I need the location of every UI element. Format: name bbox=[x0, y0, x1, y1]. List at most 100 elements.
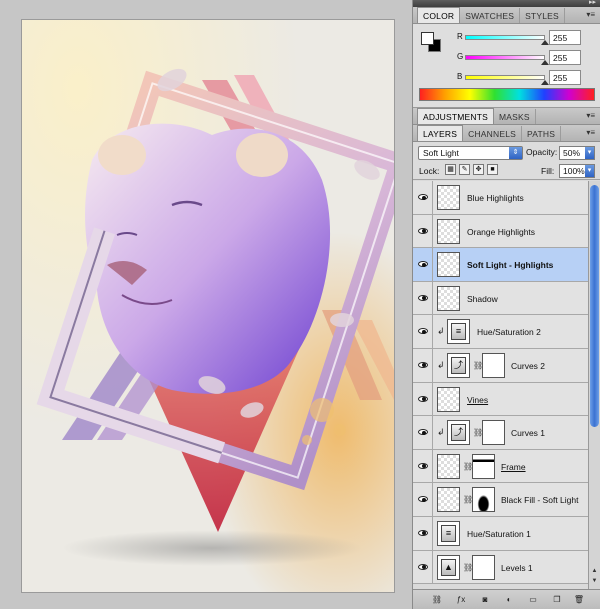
foreground-color-swatch[interactable] bbox=[421, 32, 434, 45]
eye-icon[interactable] bbox=[418, 462, 428, 469]
layer-name[interactable]: Black Fill - Soft Light bbox=[501, 495, 578, 505]
tab-paths[interactable]: PATHS bbox=[522, 126, 562, 141]
layer-thumbnail[interactable] bbox=[437, 453, 460, 479]
dock-grip[interactable]: ▸▸ bbox=[413, 0, 600, 7]
layer-thumbnail[interactable] bbox=[437, 185, 460, 210]
panel-menu-icon[interactable]: ▾≡ bbox=[586, 10, 595, 19]
tab-masks[interactable]: MASKS bbox=[494, 109, 536, 124]
color-spectrum-bar[interactable] bbox=[419, 88, 595, 101]
fill-field[interactable]: 100% ▾ bbox=[559, 164, 595, 178]
layer-name[interactable]: Hue/Saturation 1 bbox=[467, 529, 531, 539]
layer-name[interactable]: Frame bbox=[501, 462, 526, 472]
opacity-field[interactable]: 50% ▾ bbox=[559, 146, 595, 160]
tab-swatches[interactable]: SWATCHES bbox=[460, 8, 521, 23]
eye-icon[interactable] bbox=[418, 395, 428, 402]
visibility-toggle[interactable] bbox=[413, 281, 433, 315]
tab-color[interactable]: COLOR bbox=[417, 7, 461, 23]
green-slider[interactable] bbox=[465, 55, 545, 60]
layer-list[interactable]: Blue Highlights Orange Highlights Soft Lig… bbox=[413, 181, 589, 589]
adjustment-layer-icon[interactable]: ◐ bbox=[503, 594, 515, 605]
visibility-toggle[interactable] bbox=[413, 348, 433, 382]
scroll-down-icon[interactable]: ▼ bbox=[590, 578, 599, 587]
lock-position-icon[interactable]: ✥ bbox=[473, 164, 484, 175]
layer-thumbnail[interactable] bbox=[437, 386, 460, 412]
layer-name[interactable]: Levels 1 bbox=[501, 563, 533, 573]
panel-menu-icon[interactable]: ▾≡ bbox=[586, 111, 595, 120]
eye-icon[interactable] bbox=[418, 294, 428, 301]
lock-pixels-icon[interactable]: ✎ bbox=[459, 164, 470, 175]
layer-mask-thumbnail[interactable] bbox=[472, 554, 495, 580]
adjustment-thumbnail[interactable]: ≡ bbox=[437, 520, 460, 546]
tab-channels[interactable]: CHANNELS bbox=[463, 126, 523, 141]
group-icon[interactable]: ▭ bbox=[527, 594, 539, 605]
layer-thumbnail[interactable] bbox=[437, 487, 460, 513]
tab-adjustments[interactable]: ADJUSTMENTS bbox=[417, 108, 495, 124]
blue-slider-thumb[interactable] bbox=[541, 80, 549, 85]
layer-row[interactable]: ⛓ Black Fill - Soft Light bbox=[413, 483, 589, 517]
layer-thumbnail[interactable] bbox=[437, 218, 460, 244]
layer-mask-thumbnail[interactable] bbox=[472, 487, 495, 513]
visibility-toggle[interactable] bbox=[413, 516, 433, 550]
layer-row[interactable]: Soft Light - Hghlights bbox=[413, 248, 589, 282]
eye-icon[interactable] bbox=[418, 496, 428, 503]
adjustment-thumbnail[interactable]: ▲ bbox=[437, 554, 460, 580]
chevron-down-icon[interactable]: ⇕ bbox=[509, 147, 522, 159]
layer-row[interactable]: Blue Highlights bbox=[413, 181, 589, 215]
layer-name[interactable]: Vines bbox=[467, 395, 488, 405]
eye-icon[interactable] bbox=[418, 563, 428, 570]
green-value-field[interactable]: 255 bbox=[549, 50, 581, 65]
blend-mode-select[interactable]: Soft Light ⇕ bbox=[418, 146, 523, 160]
adjustment-thumbnail[interactable]: ⤴ bbox=[447, 352, 470, 378]
layer-row[interactable]: Orange Highlights bbox=[413, 214, 589, 249]
lock-transparency-icon[interactable]: ▦ bbox=[445, 164, 456, 175]
scroll-up-icon[interactable]: ▲ bbox=[590, 568, 599, 577]
layer-row[interactable]: ⛓ Frame bbox=[413, 449, 589, 484]
eye-icon[interactable] bbox=[418, 529, 428, 536]
eye-icon[interactable] bbox=[418, 328, 428, 335]
layer-row[interactable]: Vines bbox=[413, 382, 589, 417]
fx-icon[interactable]: ƒx bbox=[455, 594, 467, 605]
visibility-toggle[interactable] bbox=[413, 248, 433, 281]
red-slider-thumb[interactable] bbox=[541, 40, 549, 45]
layer-mask-thumbnail[interactable] bbox=[472, 453, 495, 479]
layer-name[interactable]: Orange Highlights bbox=[467, 227, 535, 237]
layers-scroll-thumb[interactable] bbox=[590, 185, 599, 427]
document-artwork[interactable] bbox=[22, 20, 394, 592]
visibility-toggle[interactable] bbox=[413, 550, 433, 584]
layer-name[interactable]: Curves 2 bbox=[511, 361, 545, 371]
green-slider-thumb[interactable] bbox=[541, 60, 549, 65]
layers-scrollbar[interactable]: ▲ ▼ bbox=[588, 181, 600, 589]
eye-icon[interactable] bbox=[418, 429, 428, 436]
visibility-toggle[interactable] bbox=[413, 382, 433, 416]
visibility-toggle[interactable] bbox=[413, 483, 433, 516]
layer-mask-thumbnail[interactable] bbox=[482, 352, 505, 378]
panel-menu-icon[interactable]: ▾≡ bbox=[586, 128, 595, 137]
link-layers-icon[interactable]: ⛓ bbox=[431, 594, 443, 605]
new-layer-icon[interactable]: ❐ bbox=[551, 594, 563, 605]
eye-icon[interactable] bbox=[418, 194, 428, 200]
adjustment-thumbnail[interactable]: ⤴ bbox=[447, 420, 470, 446]
lock-all-icon[interactable]: ■ bbox=[487, 164, 498, 175]
visibility-toggle[interactable] bbox=[413, 416, 433, 449]
canvas-area[interactable] bbox=[0, 0, 412, 609]
blue-slider[interactable] bbox=[465, 75, 545, 80]
layer-row[interactable]: ↲ ≡ Hue/Saturation 2 bbox=[413, 315, 589, 349]
layer-thumbnail[interactable] bbox=[437, 252, 460, 278]
layer-row[interactable]: ↲ ⤴ ⛓ Curves 1 bbox=[413, 416, 589, 450]
layer-name[interactable]: Blue Highlights bbox=[467, 193, 524, 203]
visibility-toggle[interactable] bbox=[413, 315, 433, 348]
layer-thumbnail[interactable] bbox=[437, 285, 460, 311]
visibility-toggle[interactable] bbox=[413, 214, 433, 248]
layer-row[interactable]: ▲ ⛓ Levels 1 bbox=[413, 550, 589, 585]
blue-value-field[interactable]: 255 bbox=[549, 70, 581, 85]
add-mask-icon[interactable]: ◙ bbox=[479, 594, 491, 605]
red-value-field[interactable]: 255 bbox=[549, 30, 581, 45]
red-slider[interactable] bbox=[465, 35, 545, 40]
eye-icon[interactable] bbox=[418, 361, 428, 368]
visibility-toggle[interactable] bbox=[413, 181, 433, 214]
layer-row[interactable]: ↲ ⤴ ⛓ Curves 2 bbox=[413, 348, 589, 383]
collapse-dock-icon[interactable]: ▸▸ bbox=[589, 0, 596, 6]
adjustment-thumbnail[interactable]: ≡ bbox=[447, 319, 470, 345]
tab-styles[interactable]: STYLES bbox=[520, 8, 565, 23]
layer-name[interactable]: Hue/Saturation 2 bbox=[477, 327, 541, 337]
